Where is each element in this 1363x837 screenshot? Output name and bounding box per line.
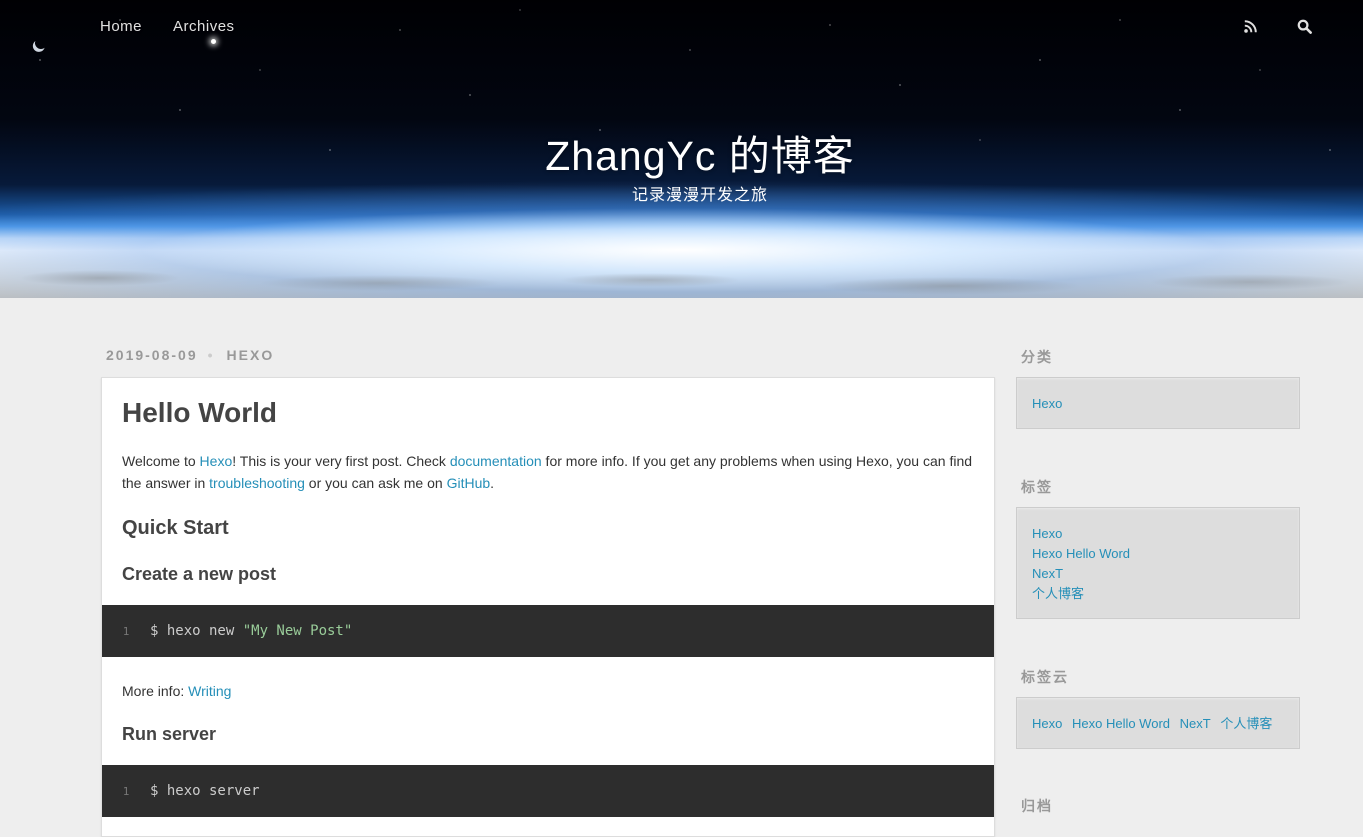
search-icon[interactable]: [1292, 15, 1316, 37]
tag-link[interactable]: Hexo: [1032, 524, 1284, 544]
intro-text: Welcome to: [122, 453, 200, 469]
header-banner: Home Archives ZhangYc 的博客 记录漫漫开发之旅: [0, 0, 1363, 298]
code-block: 1 $ hexo server: [102, 765, 994, 817]
code-line: $ hexo new "My New Post": [150, 623, 352, 639]
tag-link[interactable]: Hexo Hello Word: [1032, 544, 1284, 564]
categories-widget: Hexo: [1016, 377, 1300, 429]
meta-separator: •: [207, 347, 215, 363]
link-hexo[interactable]: Hexo: [200, 453, 233, 469]
intro-text: or you can ask me on: [304, 475, 447, 491]
star-icon: [211, 39, 216, 44]
heading-create-post: Create a new post: [122, 564, 277, 584]
intro-text: ! This is your very first post. Check: [232, 453, 450, 469]
line-number: 1: [122, 784, 130, 798]
link-writing[interactable]: Writing: [188, 683, 231, 699]
article-intro: Welcome to Hexo! This is your very first…: [122, 450, 972, 494]
link-documentation[interactable]: documentation: [450, 453, 542, 469]
widget-title-categories: 分类: [1021, 349, 1053, 365]
intro-text: .: [490, 475, 495, 491]
heading-run-server: Run server: [122, 724, 217, 744]
article-date[interactable]: 2019-08-09: [106, 347, 198, 363]
nav-link-home[interactable]: Home: [100, 18, 142, 38]
article-category[interactable]: HEXO: [227, 347, 275, 363]
article-title[interactable]: Hello World: [122, 397, 277, 429]
tagcloud-link[interactable]: NexT: [1180, 716, 1211, 731]
link-troubleshooting[interactable]: troubleshooting: [209, 475, 305, 491]
widget-title-tags: 标签: [1021, 479, 1053, 495]
widget-title-archives: 归档: [1021, 798, 1053, 814]
tag-link[interactable]: 个人博客: [1032, 584, 1284, 604]
tag-link[interactable]: NexT: [1032, 564, 1284, 584]
code-block: 1 $ hexo new "My New Post": [102, 605, 994, 657]
code-command: $ hexo server: [150, 783, 260, 799]
site-subtitle: 记录漫漫开发之旅: [631, 187, 768, 204]
earth-horizon-clouds: [0, 258, 1363, 298]
rss-icon[interactable]: [1238, 15, 1262, 37]
nav-link-archives[interactable]: Archives: [173, 18, 235, 38]
tagcloud-link[interactable]: Hexo Hello Word: [1072, 716, 1170, 731]
heading-quick-start: Quick Start: [122, 517, 229, 539]
main-nav: Home Archives: [100, 18, 235, 38]
article-card: Hello World Welcome to Hexo! This is you…: [101, 377, 995, 837]
site-title[interactable]: ZhangYc 的博客: [0, 122, 1363, 182]
more-info-paragraph: More info: Writing: [122, 683, 231, 699]
link-github[interactable]: GitHub: [447, 475, 491, 491]
tagcloud-link[interactable]: Hexo: [1032, 716, 1062, 731]
code-command: $ hexo new: [150, 623, 243, 639]
line-number: 1: [122, 624, 130, 638]
article-meta: 2019-08-09 • HEXO: [106, 347, 274, 363]
category-link[interactable]: Hexo: [1032, 394, 1284, 414]
code-string: "My New Post": [242, 623, 353, 639]
tagcloud-link[interactable]: 个人博客: [1220, 716, 1272, 731]
widget-title-tagcloud: 标签云: [1021, 669, 1069, 685]
tagcloud-widget: Hexo Hexo Hello Word NexT 个人博客: [1016, 697, 1300, 749]
sub-nav: [1238, 15, 1316, 37]
tags-widget: Hexo Hexo Hello Word NexT 个人博客: [1016, 507, 1300, 619]
more-info-label: More info:: [122, 683, 189, 699]
